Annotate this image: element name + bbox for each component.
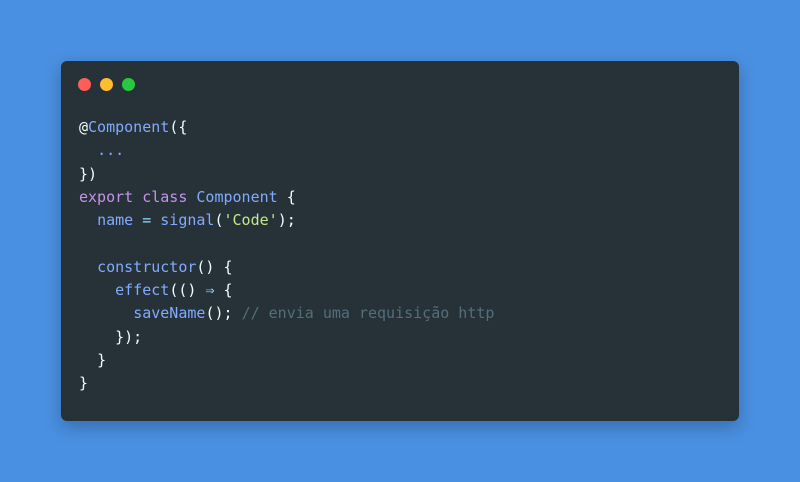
code-line: }) — [79, 163, 494, 186]
minimize-dot-icon[interactable] — [100, 78, 113, 91]
code-token-punct: { — [214, 281, 233, 300]
close-dot-icon[interactable] — [78, 78, 91, 91]
code-line: export class Component { — [79, 186, 494, 209]
code-token-punct: ({ — [169, 118, 188, 136]
window-controls — [78, 78, 135, 91]
code-token-property: name — [97, 211, 134, 230]
code-window: @Component({ ...}) export class Component… — [61, 61, 739, 421]
code-block: @Component({ ...}) export class Component… — [79, 116, 494, 396]
code-line: saveName(); // envia uma requisição http — [79, 302, 494, 325]
code-token-punct: (); — [205, 304, 242, 323]
code-token-keyword: export — [79, 187, 134, 206]
code-token-punct: } — [97, 350, 107, 369]
code-line: ... — [79, 139, 494, 162]
code-token-function: constructor — [97, 257, 197, 276]
code-token-punct: } — [79, 374, 89, 393]
code-token-function: signal — [160, 211, 215, 230]
code-line: }); — [79, 326, 494, 349]
code-token-string: 'Code' — [223, 211, 278, 230]
code-token-punct: ); — [277, 211, 296, 230]
code-line: } — [79, 349, 494, 372]
code-token-ellipsis: ... — [97, 141, 125, 160]
code-token-comment: // envia uma requisição http — [241, 304, 495, 323]
maximize-dot-icon[interactable] — [122, 78, 135, 91]
code-token-punct: }) — [79, 164, 98, 183]
code-token-keyword: class — [142, 187, 188, 206]
code-token-class: Component — [196, 187, 278, 206]
code-line: constructor() { — [79, 256, 494, 279]
code-token-punct: }); — [115, 327, 143, 346]
code-line: } — [79, 372, 494, 395]
code-line: effect(() ⇒ { — [79, 279, 494, 302]
code-token-punct: () { — [196, 257, 233, 276]
code-token-function: saveName — [133, 304, 206, 323]
code-token-operator: = — [142, 211, 152, 230]
code-line: @Component({ — [79, 116, 494, 139]
code-token-punct: ( — [214, 211, 224, 230]
code-line: name = signal('Code'); — [79, 209, 494, 232]
code-token-function: effect — [115, 281, 170, 300]
code-token-decorator: @ — [79, 118, 89, 136]
code-token-punct: { — [277, 187, 296, 206]
code-token-punct: (() — [169, 281, 206, 300]
code-token-function: Component — [88, 118, 170, 136]
